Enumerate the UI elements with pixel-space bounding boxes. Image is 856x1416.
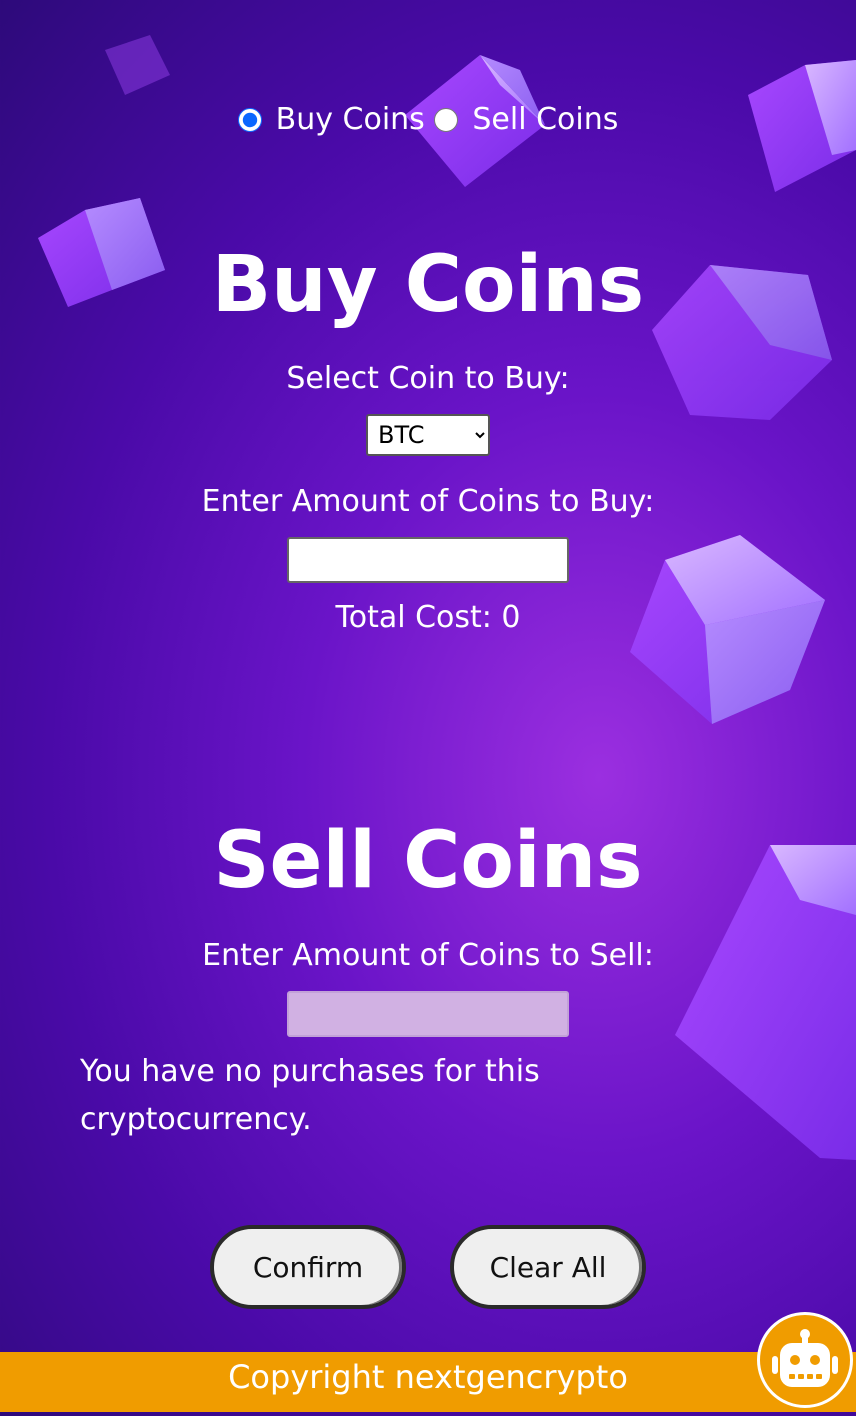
cube-small-top-left — [105, 35, 170, 95]
buy-section-title: Buy Coins — [211, 240, 645, 330]
trade-mode-selector: Buy Coins Sell Coins — [0, 100, 856, 143]
buy-coins-radio[interactable] — [237, 108, 262, 132]
buy-coins-radio-label: Buy Coins — [275, 102, 425, 137]
sell-section-title: Sell Coins — [213, 816, 643, 906]
chatbot-button[interactable] — [757, 1312, 853, 1408]
sell-coins-option[interactable]: Sell Coins — [434, 100, 618, 140]
copyright-text: Copyright nextgencrypto — [228, 1358, 628, 1396]
buy-amount-input[interactable] — [287, 537, 569, 583]
sell-amount-input[interactable] — [287, 991, 569, 1037]
total-cost-text: Total Cost: 0 — [335, 600, 521, 635]
no-purchases-message: You have no purchases for this cryptocur… — [80, 1054, 540, 1137]
buy-amount-label: Enter Amount of Coins to Buy: — [201, 484, 655, 519]
sell-coins-radio[interactable] — [434, 108, 459, 132]
confirm-button[interactable]: Confirm — [210, 1225, 406, 1309]
clear-all-button[interactable]: Clear All — [450, 1225, 646, 1309]
footer: Copyright nextgencrypto — [0, 1352, 856, 1412]
coin-select[interactable]: BTC — [366, 414, 490, 456]
cube-decorations — [38, 35, 856, 1160]
select-coin-label: Select Coin to Buy: — [286, 361, 570, 396]
sell-amount-label: Enter Amount of Coins to Sell: — [202, 938, 654, 973]
sell-coins-radio-label: Sell Coins — [472, 102, 619, 137]
buy-coins-option[interactable]: Buy Coins — [237, 100, 425, 140]
robot-icon — [772, 1329, 838, 1387]
background-decoration — [0, 0, 856, 1412]
